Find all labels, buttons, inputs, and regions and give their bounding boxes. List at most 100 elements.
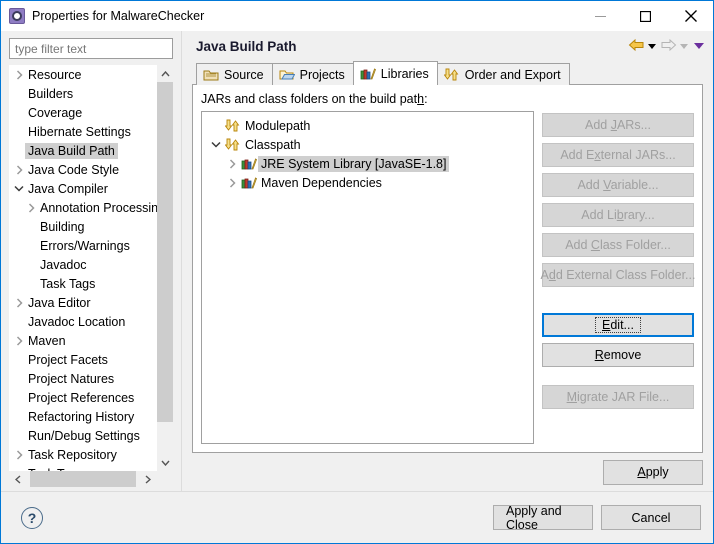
button-label: Edit... <box>595 316 641 334</box>
sidebar-item-task-tags[interactable]: Task Tags <box>9 464 157 472</box>
chevron-right-icon[interactable] <box>23 202 39 213</box>
sidebar-item-javadoc[interactable]: Javadoc <box>9 255 157 274</box>
tree-row[interactable]: JRE System Library [JavaSE-1.8] <box>202 154 533 173</box>
sidebar-item-java-compiler[interactable]: Java Compiler <box>9 179 157 198</box>
scrollbar-thumb[interactable] <box>157 82 173 422</box>
apply-and-close-button[interactable]: Apply and Close <box>493 504 593 532</box>
sidebar-item-label: Task Repository <box>28 447 117 462</box>
sidebar-item-builders[interactable]: Builders <box>9 84 157 103</box>
sidebar-item-javadoc-location[interactable]: Javadoc Location <box>9 312 157 331</box>
build-path-tree[interactable]: Modulepath Classpath JRE System Library [J… <box>201 111 534 444</box>
chevron-down-icon[interactable] <box>208 141 224 148</box>
tree-row[interactable]: Classpath <box>202 135 533 154</box>
sidebar-item-label: Project Facets <box>28 352 108 367</box>
button-label: Add JARs... <box>584 118 651 132</box>
cancel-button[interactable]: Cancel <box>601 505 701 530</box>
tree-row-label: Classpath <box>245 137 301 152</box>
back-dropdown-chevron-icon[interactable] <box>645 43 658 49</box>
edit-button[interactable]: Edit... <box>542 313 694 337</box>
tree-row[interactable]: Maven Dependencies <box>202 173 533 192</box>
order-export-arrows-icon <box>443 67 460 83</box>
build-path-tabs: Source Projects Libraries Order and Export <box>192 61 703 85</box>
sidebar-item-label: Javadoc <box>40 257 87 272</box>
sidebar-item-project-natures[interactable]: Project Natures <box>9 369 157 388</box>
sidebar-item-java-build-path[interactable]: Java Build Path <box>9 141 157 160</box>
scroll-down-button[interactable] <box>157 454 173 471</box>
sidebar-item-errors-warnings[interactable]: Errors/Warnings <box>9 236 157 255</box>
apply-row: Apply <box>192 453 703 491</box>
scroll-right-button[interactable] <box>139 471 156 487</box>
sidebar-item-java-editor[interactable]: Java Editor <box>9 293 157 312</box>
sidebar-item-label: Project References <box>28 390 135 405</box>
sidebar-item-java-code-style[interactable]: Java Code Style <box>9 160 157 179</box>
forward-dropdown-chevron-icon <box>677 43 690 49</box>
chevron-right-icon[interactable] <box>11 69 27 80</box>
sidebar-item-label: Java Compiler <box>28 181 108 196</box>
libraries-tab-panel: JARs and class folders on the build path… <box>192 84 703 453</box>
library-books-icon <box>240 176 258 190</box>
sidebar-item-resource[interactable]: Resource <box>9 65 157 84</box>
sidebar-item-task-tags[interactable]: Task Tags <box>9 274 157 293</box>
sidebar-item-refactoring-history[interactable]: Refactoring History <box>9 407 157 426</box>
scrollbar-thumb-horizontal[interactable] <box>30 471 136 487</box>
tree-row[interactable]: Modulepath <box>202 116 533 135</box>
sidebar-item-label: Java Code Style <box>28 162 120 177</box>
tab-order-and-export[interactable]: Order and Export <box>436 63 570 85</box>
scroll-up-button[interactable] <box>157 65 173 82</box>
tab-projects[interactable]: Projects <box>271 63 354 85</box>
tree-row-label: Modulepath <box>245 118 311 133</box>
sidebar-item-project-facets[interactable]: Project Facets <box>9 350 157 369</box>
button-label: Add External JARs... <box>560 148 676 162</box>
back-nav-group[interactable] <box>628 38 658 55</box>
sidebar-item-run-debug-settings[interactable]: Run/Debug Settings <box>9 426 157 445</box>
sidebar-item-label: Builders <box>28 86 74 101</box>
page-navigation <box>628 31 705 61</box>
dialog-body: Resource Builders Coverage Hibernate Settin… <box>1 31 713 491</box>
chevron-right-icon[interactable] <box>224 177 240 188</box>
tab-label: Order and Export <box>464 67 561 82</box>
sidebar-item-label: Errors/Warnings <box>40 238 130 253</box>
minimize-button[interactable] <box>578 1 623 31</box>
dialog-footer: ? Apply and Close Cancel <box>1 491 713 543</box>
add-class-folder-button: Add Class Folder... <box>542 233 694 257</box>
tree-row-label: JRE System Library [JavaSE-1.8] <box>258 155 450 172</box>
classpath-arrows-icon <box>224 138 242 152</box>
page-menu-chevron-icon[interactable] <box>692 43 705 49</box>
sidebar-item-coverage[interactable]: Coverage <box>9 103 157 122</box>
source-folder-icon <box>203 67 219 83</box>
settings-tree-vertical-scrollbar[interactable] <box>157 65 173 471</box>
close-button[interactable] <box>668 1 713 31</box>
footer-buttons: Apply and Close Cancel <box>493 504 701 532</box>
search-input[interactable] <box>9 38 173 59</box>
chevron-right-icon[interactable] <box>224 158 240 169</box>
chevron-right-icon[interactable] <box>11 297 27 308</box>
sidebar-item-annotation-processing[interactable]: Annotation Processing <box>9 198 157 217</box>
chevron-down-icon[interactable] <box>11 185 27 192</box>
libraries-content-row: Modulepath Classpath JRE System Library [J… <box>201 111 695 444</box>
chevron-right-icon[interactable] <box>11 449 27 460</box>
chevron-right-icon[interactable] <box>11 164 27 175</box>
chevron-right-icon[interactable] <box>11 335 27 346</box>
sidebar-item-hibernate-settings[interactable]: Hibernate Settings <box>9 122 157 141</box>
maximize-button[interactable] <box>623 1 668 31</box>
sidebar-item-project-references[interactable]: Project References <box>9 388 157 407</box>
back-arrow-icon[interactable] <box>628 38 645 55</box>
sidebar-item-maven[interactable]: Maven <box>9 331 157 350</box>
sidebar-item-task-repository[interactable]: Task Repository <box>9 445 157 464</box>
libraries-button-column: Add JARs... Add External JARs... Add Varia… <box>541 111 695 444</box>
settings-tree-horizontal-scrollbar[interactable] <box>9 471 173 487</box>
tab-source[interactable]: Source <box>196 63 273 85</box>
remove-button[interactable]: Remove <box>542 343 694 367</box>
sidebar-item-building[interactable]: Building <box>9 217 157 236</box>
page-header: Java Build Path <box>182 31 713 61</box>
apply-button[interactable]: Apply <box>603 459 703 485</box>
sidebar-item-label: Maven <box>28 333 66 348</box>
help-icon[interactable]: ? <box>21 506 43 529</box>
button-label: Add Variable... <box>577 178 659 192</box>
tab-libraries[interactable]: Libraries <box>352 61 438 85</box>
scroll-left-button[interactable] <box>9 471 26 487</box>
build-path-page: Source Projects Libraries Order and Export … <box>192 61 703 491</box>
add-jars-button: Add JARs... <box>542 113 694 137</box>
sidebar-item-label: Coverage <box>28 105 83 120</box>
sidebar-item-label: Run/Debug Settings <box>28 428 140 443</box>
